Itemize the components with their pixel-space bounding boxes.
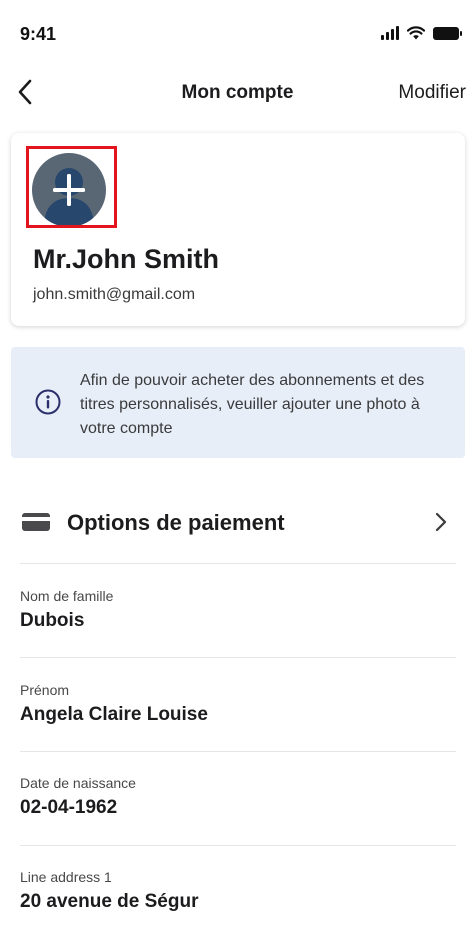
divider <box>20 751 456 752</box>
field-birth-date: Date de naissance 02-04-1962 <box>20 775 456 819</box>
field-first-name: Prénom Angela Claire Louise <box>20 682 456 726</box>
profile-email: john.smith@gmail.com <box>33 286 196 303</box>
field-label: Line address 1 <box>20 869 112 885</box>
info-banner-text: Afin de pouvoir acheter des abonnements … <box>80 372 425 437</box>
divider <box>20 563 456 564</box>
field-label: Prénom <box>20 682 70 698</box>
profile-name: Mr.John Smith <box>33 244 220 274</box>
status-bar: 9:41 <box>0 0 475 60</box>
chevron-right-icon <box>435 512 447 532</box>
field-value: Angela Claire Louise <box>20 704 208 725</box>
signal-icon <box>381 26 399 40</box>
field-label: Nom de famille <box>20 588 114 604</box>
profile-card: Mr.John Smith john.smith@gmail.com <box>11 133 465 326</box>
status-time: 9:41 <box>20 24 57 44</box>
payment-options-label: Options de paiement <box>67 510 285 535</box>
info-banner: Afin de pouvoir acheter des abonnements … <box>11 347 465 458</box>
payment-options-row[interactable]: Options de paiement <box>0 488 475 558</box>
avatar-highlight-box <box>26 146 117 228</box>
field-value: 20 avenue de Ségur <box>20 891 199 912</box>
edit-button[interactable]: Modifier <box>398 82 466 104</box>
field-value: Dubois <box>20 610 85 631</box>
status-icons <box>381 26 462 40</box>
battery-icon <box>433 26 462 40</box>
field-last-name: Nom de famille Dubois <box>20 588 456 632</box>
field-value: 02-04-1962 <box>20 797 118 818</box>
info-icon <box>35 389 61 415</box>
divider <box>20 657 456 658</box>
credit-card-icon <box>22 513 50 531</box>
field-label: Date de naissance <box>20 775 136 791</box>
navigation-bar: Mon compte Modifier <box>0 70 475 116</box>
field-address-line-1: Line address 1 20 avenue de Ségur <box>20 869 456 913</box>
divider <box>20 845 456 846</box>
wifi-icon <box>407 26 425 40</box>
